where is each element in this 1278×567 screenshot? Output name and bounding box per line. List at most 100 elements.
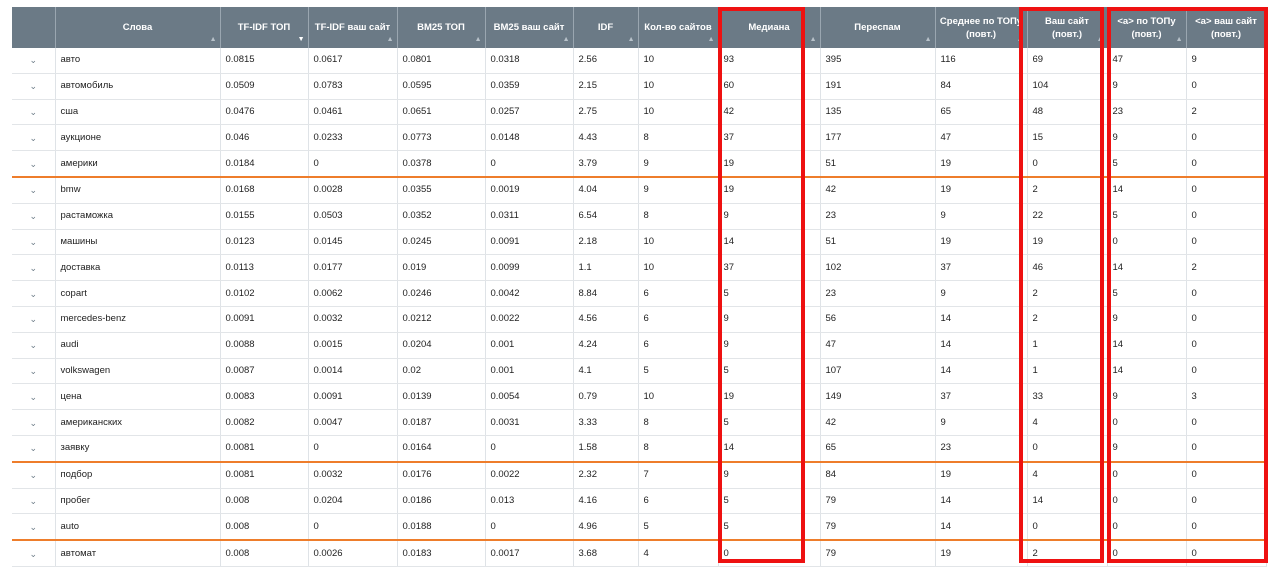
sort-icon[interactable]: ▲ <box>628 33 635 46</box>
cell-tfidf-site: 0.0062 <box>308 280 398 307</box>
row-expand-chevron-icon[interactable]: ⌄ <box>12 461 56 489</box>
cell-tfidf-top: 0.046 <box>220 124 309 152</box>
row-expand-chevron-icon[interactable]: ⌄ <box>12 358 56 385</box>
table-row: ⌄ автомобиль 0.0509 0.0783 0.0595 0.0359 2.15 1… <box>12 73 1267 100</box>
cell-anchor-site: 0 <box>1186 358 1267 385</box>
cell-your-site: 69 <box>1027 48 1108 74</box>
cell-words: audi <box>55 332 221 359</box>
column-header-your-site[interactable]: Ваш сайт (повт.) ▲ <box>1027 7 1108 48</box>
cell-your-site: 2 <box>1027 306 1108 333</box>
row-expand-chevron-icon[interactable]: ⌄ <box>12 150 56 178</box>
column-header-overspam[interactable]: Переспам ▲ <box>820 7 936 48</box>
cell-tfidf-top: 0.0815 <box>220 48 309 74</box>
cell-median: 60 <box>718 73 821 100</box>
cell-words: растаможка <box>55 203 221 230</box>
cell-tfidf-site: 0.0233 <box>308 124 398 152</box>
cell-avg-top: 14 <box>935 358 1028 385</box>
sort-icon[interactable]: ▲ <box>563 33 570 46</box>
cell-words: автомобиль <box>55 73 221 100</box>
cell-idf: 4.16 <box>573 488 639 515</box>
sort-icon[interactable]: ▲ <box>1176 33 1183 46</box>
cell-median: 19 <box>718 383 821 411</box>
row-expand-chevron-icon[interactable]: ⌄ <box>12 124 56 152</box>
column-header-bm25-top[interactable]: BM25 ТОП ▲ <box>397 7 486 48</box>
sort-descending-icon[interactable]: ▼ <box>298 33 305 46</box>
cell-avg-top: 84 <box>935 73 1028 100</box>
cell-bm25-top: 0.0164 <box>397 435 486 463</box>
cell-bm25-site: 0 <box>485 513 574 542</box>
column-header-words[interactable]: Слова ▲ <box>55 7 221 48</box>
cell-bm25-top: 0.0183 <box>397 540 486 567</box>
column-header-label: Медиана <box>748 22 790 33</box>
cell-words: заявку <box>55 435 221 463</box>
row-expand-chevron-icon[interactable]: ⌄ <box>12 229 56 256</box>
column-header-site-count[interactable]: Кол-во сайтов ▲ <box>638 7 719 48</box>
sort-icon[interactable]: ▲ <box>708 33 715 46</box>
cell-tfidf-site: 0.0026 <box>308 540 398 567</box>
cell-site-count: 8 <box>638 124 719 152</box>
cell-site-count: 10 <box>638 229 719 256</box>
row-expand-chevron-icon[interactable]: ⌄ <box>12 254 56 282</box>
row-expand-chevron-icon[interactable]: ⌄ <box>12 306 56 333</box>
cell-median: 9 <box>718 203 821 230</box>
row-expand-chevron-icon[interactable]: ⌄ <box>12 383 56 411</box>
row-expand-chevron-icon[interactable]: ⌄ <box>12 513 56 542</box>
cell-bm25-top: 0.0245 <box>397 229 486 256</box>
cell-idf: 2.15 <box>573 73 639 100</box>
column-header-tfidf-top[interactable]: TF-IDF ТОП ▼ <box>220 7 309 48</box>
cell-tfidf-top: 0.008 <box>220 488 309 515</box>
column-header-label: BM25 ТОП <box>417 22 465 33</box>
row-expand-chevron-icon[interactable]: ⌄ <box>12 73 56 100</box>
cell-your-site: 2 <box>1027 176 1108 204</box>
column-header-avg-top[interactable]: Среднее по ТОПу (повт.) ▲ <box>935 7 1028 48</box>
cell-idf: 0.79 <box>573 383 639 411</box>
sort-icon[interactable]: ▲ <box>387 33 394 46</box>
column-header-expand-col <box>12 7 56 48</box>
cell-site-count: 10 <box>638 48 719 74</box>
cell-anchor-site: 9 <box>1186 48 1267 74</box>
cell-anchor-top: 14 <box>1107 254 1187 282</box>
row-expand-chevron-icon[interactable]: ⌄ <box>12 48 56 74</box>
row-expand-chevron-icon[interactable]: ⌄ <box>12 176 56 204</box>
row-expand-chevron-icon[interactable]: ⌄ <box>12 332 56 359</box>
column-header-anchor-site: <a> ваш сайт (повт.) <box>1186 7 1267 48</box>
column-header-bm25-site[interactable]: BM25 ваш сайт ▲ <box>485 7 574 48</box>
cell-tfidf-top: 0.0087 <box>220 358 309 385</box>
row-expand-chevron-icon[interactable]: ⌄ <box>12 99 56 126</box>
sort-icon[interactable]: ▲ <box>810 33 817 46</box>
cell-tfidf-top: 0.008 <box>220 540 309 567</box>
cell-tfidf-top: 0.0184 <box>220 150 309 178</box>
row-expand-chevron-icon[interactable]: ⌄ <box>12 203 56 230</box>
column-header-anchor-top[interactable]: <a> по ТОПу (повт.) ▲ <box>1107 7 1187 48</box>
cell-median: 9 <box>718 332 821 359</box>
table-row: ⌄ америки 0.0184 0 0.0378 0 3.79 9 19 51 19 0 5 0 <box>12 150 1267 178</box>
cell-tfidf-site: 0.0145 <box>308 229 398 256</box>
sort-icon[interactable]: ▲ <box>1097 33 1104 46</box>
column-header-label: Слова <box>122 22 153 33</box>
column-header-label: <a> по ТОПу (повт.) <box>1117 15 1176 40</box>
column-header-label: Среднее по ТОПу (повт.) <box>939 15 1023 40</box>
cell-tfidf-top: 0.008 <box>220 513 309 542</box>
cell-bm25-top: 0.0187 <box>397 409 486 436</box>
sort-icon[interactable]: ▲ <box>1017 33 1024 46</box>
cell-overspam: 84 <box>820 461 936 489</box>
column-header-median[interactable]: Медиана ▲ <box>718 7 821 48</box>
cell-tfidf-site: 0 <box>308 513 398 542</box>
column-header-tfidf-site[interactable]: TF-IDF ваш сайт ▲ <box>308 7 398 48</box>
sort-icon[interactable]: ▲ <box>925 33 932 46</box>
cell-anchor-site: 0 <box>1186 280 1267 307</box>
cell-avg-top: 65 <box>935 99 1028 126</box>
cell-overspam: 42 <box>820 409 936 436</box>
row-expand-chevron-icon[interactable]: ⌄ <box>12 280 56 307</box>
cell-overspam: 149 <box>820 383 936 411</box>
sort-icon[interactable]: ▲ <box>475 33 482 46</box>
sort-icon[interactable]: ▲ <box>210 33 217 46</box>
cell-words: доставка <box>55 254 221 282</box>
row-expand-chevron-icon[interactable]: ⌄ <box>12 409 56 436</box>
cell-bm25-site: 0.013 <box>485 488 574 515</box>
cell-tfidf-top: 0.0081 <box>220 435 309 463</box>
row-expand-chevron-icon[interactable]: ⌄ <box>12 435 56 463</box>
row-expand-chevron-icon[interactable]: ⌄ <box>12 540 56 567</box>
row-expand-chevron-icon[interactable]: ⌄ <box>12 488 56 515</box>
column-header-idf[interactable]: IDF ▲ <box>573 7 639 48</box>
